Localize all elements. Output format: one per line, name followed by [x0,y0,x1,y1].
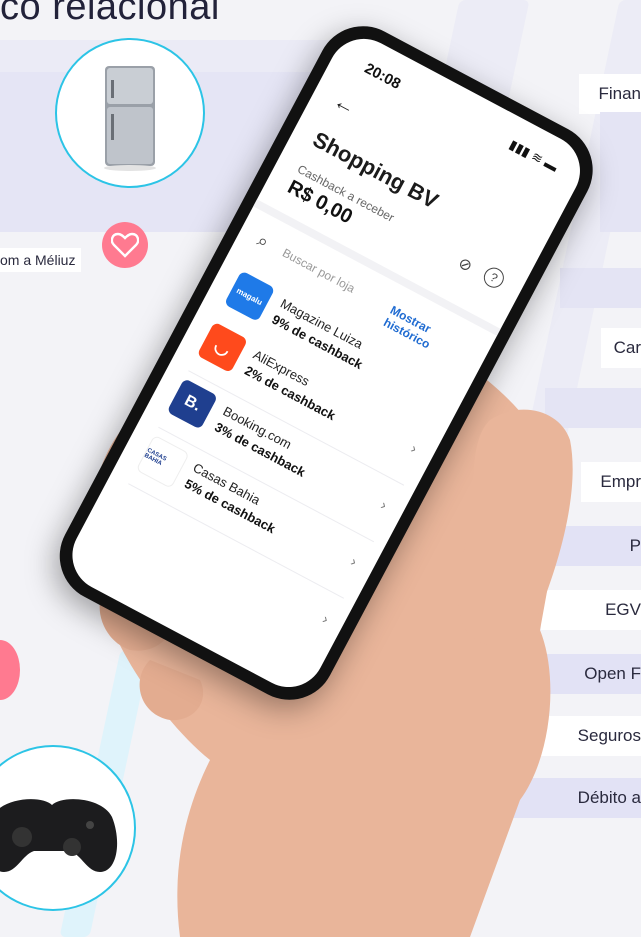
thumb-image [458,409,573,646]
back-arrow-icon[interactable]: ← [329,88,360,121]
status-time: 20:08 [361,59,404,93]
decorative-dot [0,640,20,700]
chevron-right-icon: › [408,440,420,457]
signal-wifi-battery-icon: ▮▮▮ ≋ ▬ [506,136,561,175]
chevron-right-icon: › [348,553,360,570]
booking-logo: B. [166,378,219,430]
help-icon[interactable]: ? [480,264,508,292]
menu-item-cartoes[interactable]: Car [601,328,641,368]
search-icon: ⌕ [253,229,273,253]
aliexpress-logo: ◡ [196,321,249,374]
right-band [600,112,641,232]
chevron-right-icon: › [378,496,390,513]
menu-item-financiamento[interactable]: Finan [579,74,641,114]
page-title: co relacional [0,0,220,28]
casas-bahia-logo: CASAS BAHIA [135,434,190,489]
chevron-right-icon: › [319,610,332,627]
magazine-luiza-logo: magalu [223,270,276,322]
eye-off-icon[interactable]: ⊘ [455,253,476,277]
